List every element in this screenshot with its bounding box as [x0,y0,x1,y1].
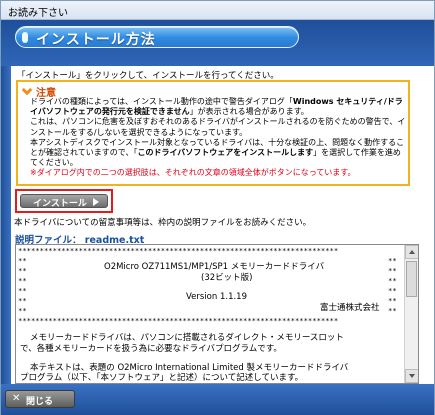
main-content: 「インストール」をクリックして、インストールを行ってください。 ◆ 注意 ドライ… [11,66,419,384]
header-pill: インストール方法 [15,26,299,48]
readme-side: ** [18,256,27,265]
scroll-thumb[interactable] [406,261,417,297]
caution-box: ◆ 注意 ドライバの種類によっては、インストール動作の途中で警告ダイアログ「Wi… [16,80,410,186]
readme-para1-l1: メモリーカードドライバは、パソコンに搭載されるダイレクト・メモリースロット [30,333,344,343]
readme-side: ** [388,256,397,265]
readme-side: ** [18,306,27,315]
readme-side: ** [388,266,397,275]
warning-mark: ◆ [23,83,31,93]
arrow-down-icon [409,374,415,378]
caution-line2: これは、パソコンに危害を及ぼすおそれのあるドライバがインストールされるのを防ぐた… [30,117,406,137]
readme-instruction: 本ドライバについての留意事項等は、枠内の説明ファイルをお読みください。 [14,218,312,228]
readme-side: ** [388,306,397,315]
left-frame-band [1,66,11,384]
pill-glint-icon [22,32,28,43]
readme-subtitle: (32ビット版) [201,273,253,283]
readme-side: ** [18,266,27,275]
title-bar: お読み下さい [1,1,434,20]
readme-side: ** [18,296,27,305]
readme-para1-l2: で、各種メモリーカードを扱う為に必要なドライバプログラムです。 [20,344,282,354]
install-button[interactable]: インストール [20,194,108,209]
close-button[interactable]: ✕ 閉じる [5,390,75,408]
readme-stars-top: ****************************************… [18,246,339,255]
close-x-icon: ✕ [12,393,21,404]
caution-red-note: ※ダイアログ内での二つの選択肢は、それぞれの文章の領域全体がボタンになっています… [30,168,356,177]
close-button-label: 閉じる [26,397,54,407]
install-button-label: インストール [33,199,87,209]
readme-company: 富士通株式会社 [320,303,380,313]
arrow-up-icon [409,250,415,254]
scroll-up-button[interactable] [405,245,418,259]
page-title: インストール方法 [36,32,156,48]
readme-version: Version 1.1.19 [186,292,247,302]
vertical-scrollbar[interactable] [404,245,418,383]
readme-text-area[interactable]: ****************************************… [16,245,405,383]
readme-side: ** [388,276,397,285]
readme-viewer[interactable]: ****************************************… [15,244,419,384]
play-arrow-icon [93,198,99,206]
window-title: お読み下さい [8,8,68,19]
caution-line1c: 」が表示される場合があります。 [189,107,309,117]
readme-side: ** [18,286,27,295]
readme-para2-l2: プログラム（以下、「本ソフトウェア」と記述）について記述しています。 [20,373,304,383]
readme-side: ** [388,296,397,305]
readme-stars-bottom: ****************************************… [18,316,339,325]
install-button-highlight: インストール [15,189,113,213]
caution-text: ドライバの種類によっては、インストール動作の途中で警告ダイアログ「Windows… [30,97,406,168]
readme-side: ** [18,276,27,285]
readme-window: お読み下さい インストール方法 「インストール」をクリックして、インストールを行… [0,0,435,415]
caution-line1a: ドライバの種類によっては、インストール動作の途中で警告ダイアログ「 [30,97,293,106]
readme-title: O2Micro OZ711MS1/MP1/SP1 メモリーカードドライバ [104,262,325,272]
readme-side: ** [388,286,397,295]
caution-line3b: このドライバソフトウェアをインストールします [137,148,314,158]
scroll-down-button[interactable] [405,369,418,383]
bottom-bar: ✕ 閉じる [1,384,434,415]
